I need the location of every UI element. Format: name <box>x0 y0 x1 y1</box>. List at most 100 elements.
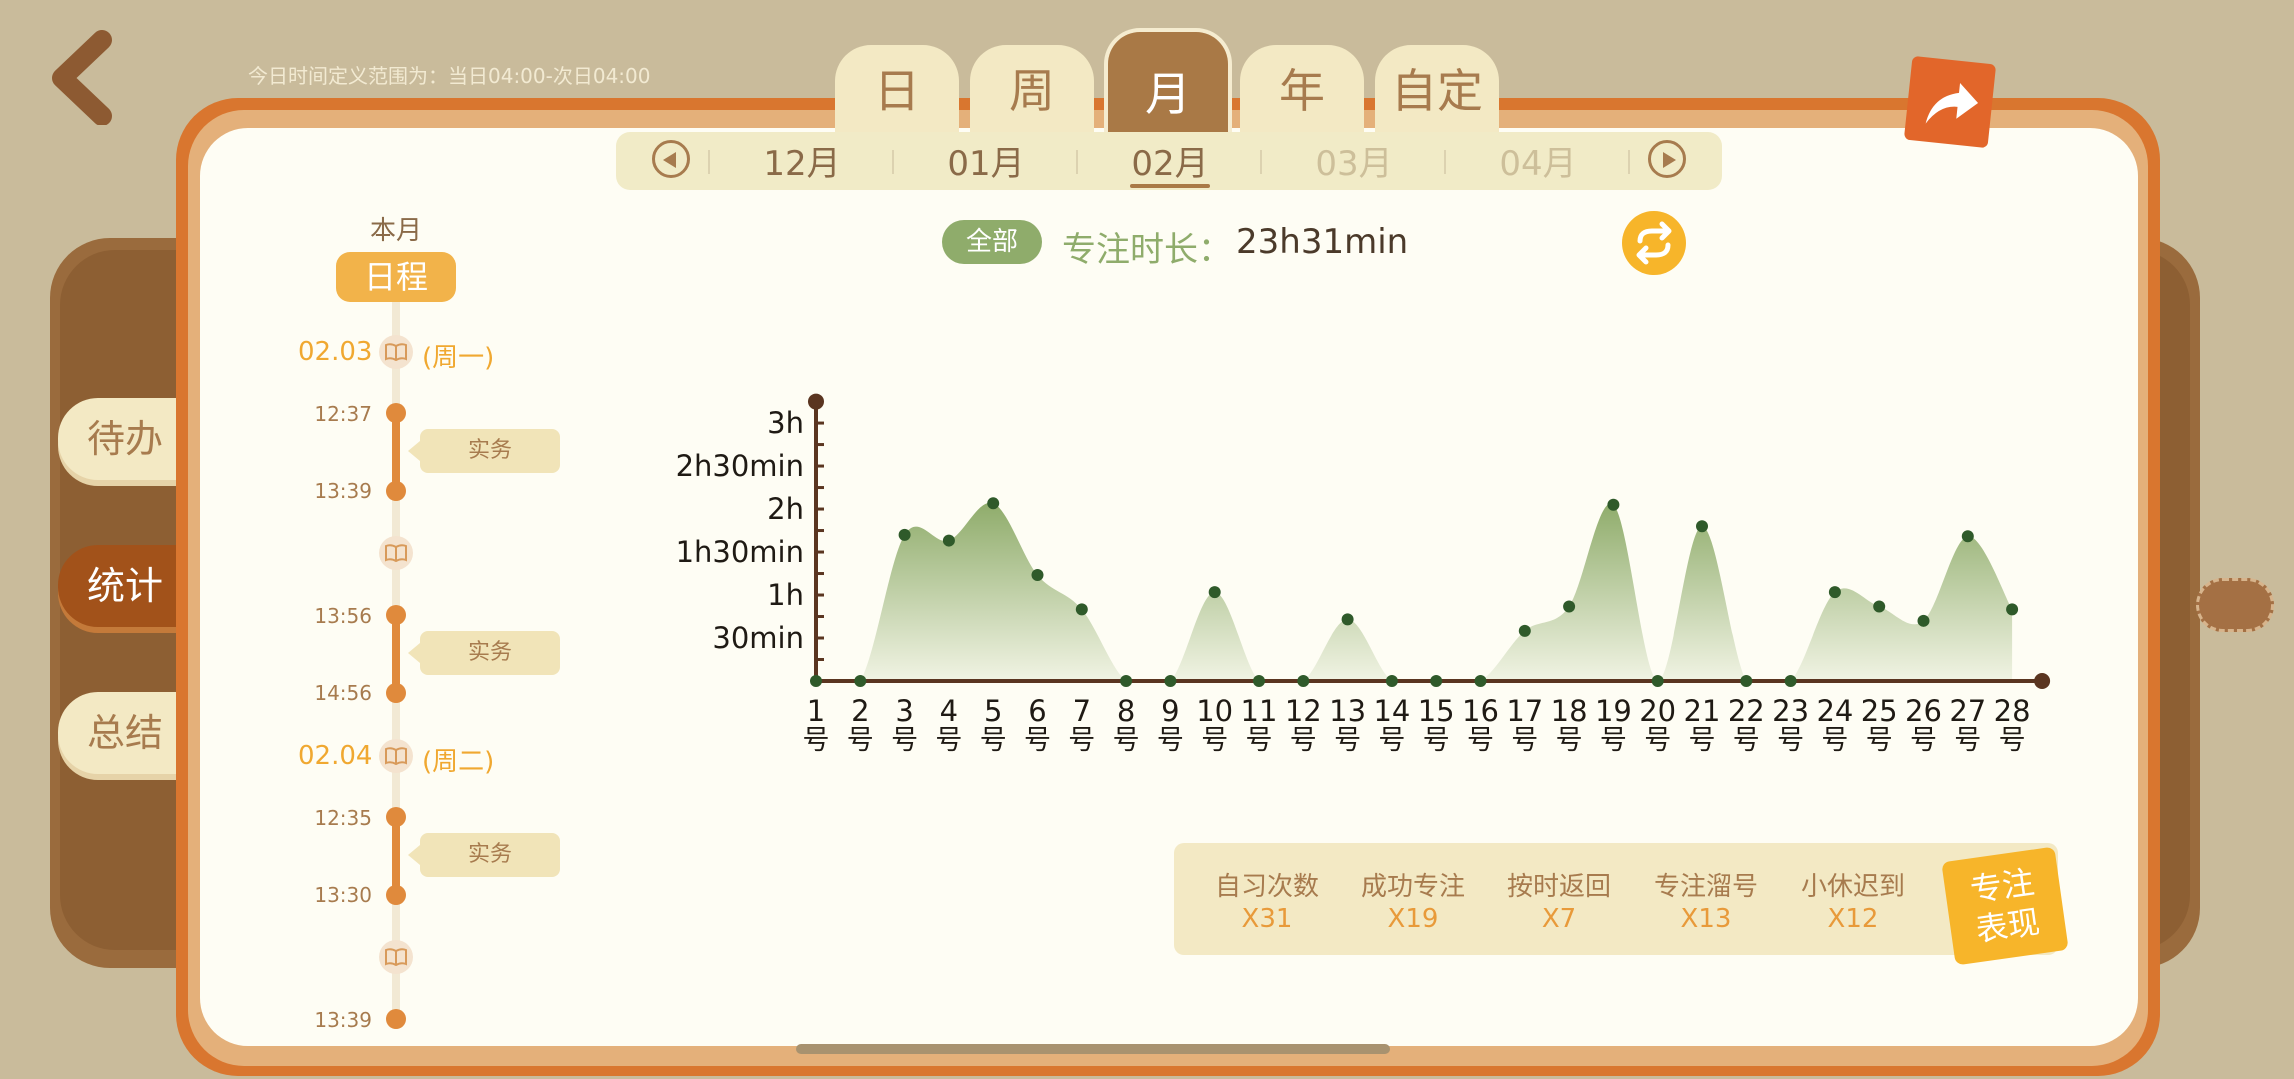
triangle-left-icon <box>663 152 676 168</box>
x-tick-label-suffix: 号 <box>1423 725 1450 756</box>
x-tick-label: 10 <box>1196 694 1233 728</box>
data-point <box>2006 603 2019 616</box>
timeline-dot <box>386 1009 406 1029</box>
x-tick-label: 22 <box>1728 694 1765 728</box>
x-tick-label-suffix: 号 <box>891 725 918 756</box>
x-tick-label-suffix: 号 <box>1644 725 1671 756</box>
data-point <box>1474 675 1487 687</box>
stat-label: 专注溜号 <box>1653 872 1758 902</box>
schedule-task[interactable]: 实务 <box>408 631 560 675</box>
timeline-dot <box>386 403 406 423</box>
y-tick-label: 1h <box>767 578 804 612</box>
x-tick-label-suffix: 号 <box>1733 725 1760 756</box>
month-item-dec[interactable]: 12月 <box>732 136 872 185</box>
x-tick-label: 27 <box>1949 694 1986 728</box>
stat-value: X13 <box>1680 904 1732 934</box>
x-tick-label-suffix: 号 <box>1954 725 1981 756</box>
tab-year[interactable]: 年 <box>1240 45 1364 137</box>
side-tab-todo[interactable]: 待办 <box>58 398 192 480</box>
book-icon <box>379 940 413 974</box>
data-point <box>1164 675 1177 687</box>
data-point <box>1607 498 1620 511</box>
month-item-mar[interactable]: 03月 <box>1284 136 1424 185</box>
x-tick-label-suffix: 号 <box>803 725 830 756</box>
binder-clasp <box>2196 578 2274 632</box>
x-tick-label: 6 <box>1028 694 1046 728</box>
triangle-right-icon <box>1663 152 1676 168</box>
x-tick-label-suffix: 号 <box>1024 725 1051 756</box>
share-button[interactable] <box>1903 55 1997 149</box>
stat-value: X12 <box>1827 904 1879 934</box>
data-point <box>1208 586 1221 599</box>
x-axis-end-cap <box>2034 673 2051 689</box>
entry-end-time: 14:56 <box>314 681 372 705</box>
y-tick-label: 3h <box>767 406 804 440</box>
x-tick-label: 3 <box>895 694 913 728</box>
x-tick-label: 28 <box>1994 694 2031 728</box>
focus-performance-badge[interactable]: 专注 表现 <box>1941 846 2069 966</box>
stat-label: 小休迟到 <box>1800 872 1905 902</box>
data-point <box>1253 675 1265 687</box>
x-tick-label: 15 <box>1418 694 1455 728</box>
x-tick-label-suffix: 号 <box>935 725 962 756</box>
active-month-underline <box>1130 184 1210 188</box>
schedule-this-month-label: 本月 <box>369 216 422 246</box>
schedule-task[interactable]: 实务 <box>408 429 560 473</box>
x-tick-label: 17 <box>1506 694 1543 728</box>
x-tick-label-suffix: 号 <box>1290 725 1317 756</box>
stat-value: X31 <box>1241 904 1293 934</box>
entry-end-time: 13:30 <box>314 883 372 907</box>
timeline-segment <box>392 412 400 490</box>
x-tick-label: 8 <box>1117 694 1135 728</box>
x-tick-label: 19 <box>1595 694 1632 728</box>
month-divider <box>708 150 710 174</box>
home-indicator[interactable] <box>796 1044 1390 1054</box>
prev-month-button[interactable] <box>652 140 690 178</box>
data-point <box>854 675 867 687</box>
data-point <box>1341 613 1354 626</box>
data-point <box>1784 675 1797 687</box>
focus-area-chart: 30min1h1h30min2h2h30min3h1号2号3号4号5号6号7号8… <box>676 393 2051 756</box>
x-tick-label-suffix: 号 <box>1556 725 1583 756</box>
y-tick-label: 2h <box>767 492 804 526</box>
tab-week[interactable]: 周 <box>970 45 1094 137</box>
side-tab-summary[interactable]: 总结 <box>58 692 192 774</box>
time-definition-note: 今日时间定义范围为：当日04:00-次日04:00 <box>248 64 651 88</box>
x-tick-label: 1 <box>807 694 825 728</box>
y-axis-end-cap <box>808 393 824 410</box>
x-tick-label: 9 <box>1161 694 1179 728</box>
focus-duration-value: 23h31min <box>1236 222 1409 262</box>
tab-day[interactable]: 日 <box>835 45 959 137</box>
book-icon <box>379 335 413 369</box>
side-tab-stats[interactable]: 统计 <box>58 545 192 627</box>
x-tick-label-suffix: 号 <box>980 725 1007 756</box>
x-tick-label: 13 <box>1329 694 1366 728</box>
x-tick-label: 4 <box>940 694 958 728</box>
timeline-dot <box>386 807 406 827</box>
month-item-jan[interactable]: 01月 <box>916 136 1056 185</box>
back-button[interactable] <box>40 30 130 126</box>
schedule-task[interactable]: 实务 <box>408 833 560 877</box>
x-tick-label: 12 <box>1285 694 1322 728</box>
data-point <box>1651 675 1664 687</box>
tab-month[interactable]: 月 <box>1104 28 1232 138</box>
tab-custom[interactable]: 自定 <box>1375 45 1499 137</box>
x-tick-label-suffix: 号 <box>1334 725 1361 756</box>
data-point <box>810 675 822 687</box>
x-tick-label: 5 <box>984 694 1002 728</box>
chevron-left-icon <box>52 30 112 126</box>
entry-start-time: 13:56 <box>314 604 372 628</box>
month-item-feb[interactable]: 02月 <box>1100 136 1240 185</box>
x-tick-label-suffix: 号 <box>1866 725 1893 756</box>
data-point <box>1297 675 1310 687</box>
data-point <box>1828 586 1841 599</box>
data-point <box>1430 675 1443 687</box>
filter-all-button[interactable]: 全部 <box>942 220 1042 264</box>
month-item-apr[interactable]: 04月 <box>1468 136 1608 185</box>
next-month-button[interactable] <box>1648 140 1686 178</box>
data-point <box>1563 600 1576 613</box>
timeline-dot <box>386 683 406 703</box>
data-point <box>1696 520 1708 533</box>
month-divider <box>1444 150 1446 174</box>
x-tick-label: 20 <box>1639 694 1676 728</box>
